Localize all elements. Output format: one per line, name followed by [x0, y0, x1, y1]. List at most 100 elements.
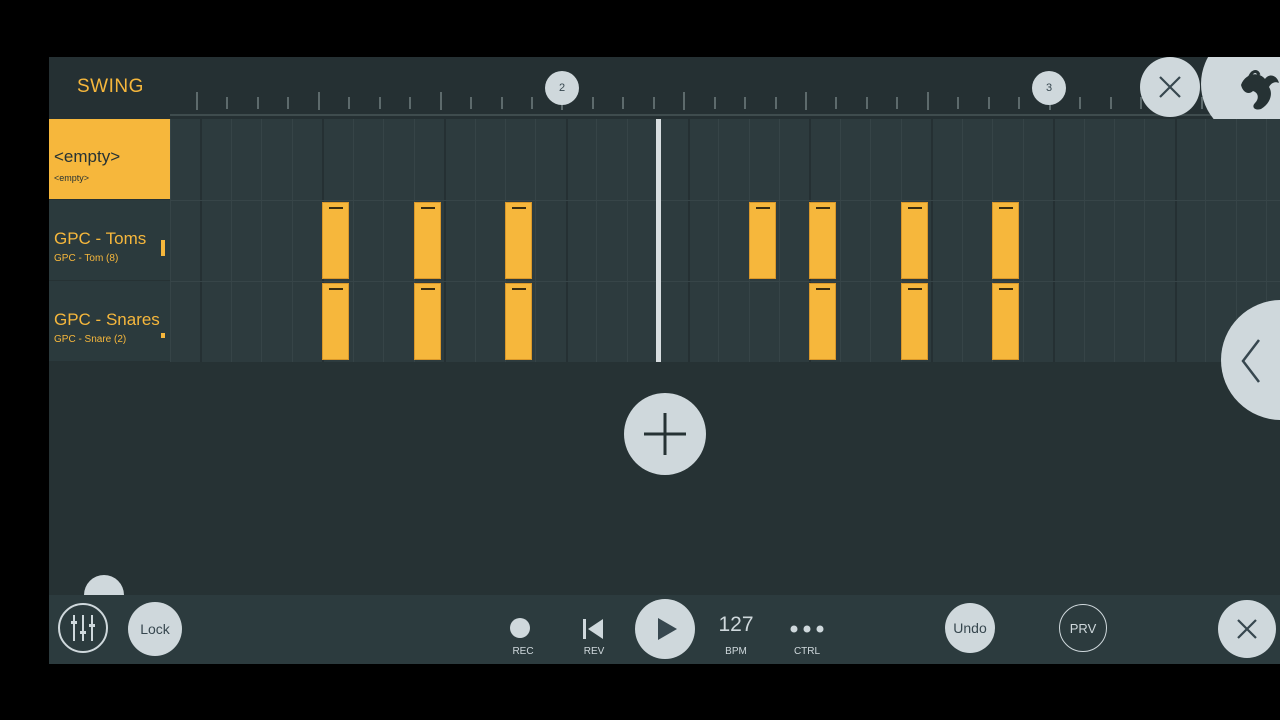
ruler-tick: [439, 92, 442, 110]
grid-column-line: [1144, 119, 1146, 362]
grid-column-line: [1174, 119, 1177, 362]
grid-column-line: [1205, 119, 1207, 362]
grid-column-line: [535, 119, 537, 362]
note-step[interactable]: [504, 283, 532, 360]
lock-button[interactable]: Lock: [128, 602, 182, 656]
grid-column-line: [718, 119, 720, 362]
ruler-tick: [1018, 97, 1021, 109]
grid-column-line: [565, 119, 568, 362]
record-button[interactable]: [510, 618, 530, 638]
grid-column-line: [444, 119, 447, 362]
ruler-tick: [500, 97, 503, 109]
grid-column-line: [291, 119, 293, 362]
grid-column-line: [474, 119, 476, 362]
note-step[interactable]: [809, 202, 837, 279]
ctrl-button[interactable]: [787, 617, 827, 641]
grid-column-line: [870, 119, 872, 362]
ruler-tick: [226, 97, 229, 109]
ruler-tick: [348, 97, 351, 109]
grid-row-line: [170, 200, 1280, 201]
mixer-icon: [71, 615, 95, 641]
play-icon: [658, 618, 677, 640]
grid-column-line: [839, 119, 841, 362]
note-step[interactable]: [322, 283, 350, 360]
transport-bar: Lock REC REV 127 BPM CTRL Undo PRV: [49, 595, 1280, 664]
more-icon: [790, 625, 824, 633]
channel-empty[interactable]: <empty> <empty>: [49, 119, 170, 199]
bpm-value[interactable]: 127: [711, 613, 761, 637]
note-step[interactable]: [413, 283, 441, 360]
add-channel-button[interactable]: [624, 393, 706, 475]
mixer-button[interactable]: [58, 603, 108, 653]
grid-column-line: [383, 119, 385, 362]
grid-column-line: [352, 119, 354, 362]
ruler-tick: [196, 92, 198, 110]
note-step[interactable]: [504, 202, 532, 279]
top-bar: SWING 2 3: [49, 57, 1280, 139]
playhead[interactable]: [656, 119, 661, 362]
close-button[interactable]: [1218, 600, 1276, 658]
ruler-tick: [683, 92, 686, 110]
grid-column-line: [1083, 119, 1085, 362]
note-step[interactable]: [900, 202, 928, 279]
ruler-tick: [926, 92, 929, 110]
note-step[interactable]: [809, 283, 837, 360]
channel-name: GPC - Toms: [54, 229, 147, 248]
note-step[interactable]: [992, 283, 1020, 360]
grid-column-line: [200, 119, 203, 362]
undo-button[interactable]: Undo: [945, 603, 995, 653]
ruler-tick: [530, 97, 533, 109]
ruler-baseline: [170, 114, 1280, 116]
note-step[interactable]: [992, 202, 1020, 279]
ruler-tick: [591, 97, 594, 109]
swing-label[interactable]: SWING: [77, 76, 144, 98]
grid-column-line: [687, 119, 690, 362]
grid-column-line: [931, 119, 934, 362]
channel-gpc-toms[interactable]: GPC - Toms GPC - Tom (8): [49, 200, 170, 280]
rewind-icon: [583, 619, 603, 639]
pattern-editor: SWING 2 3 <empty> <empty> GPC - Toms GPC…: [49, 57, 1280, 664]
play-button[interactable]: [635, 599, 695, 659]
rewind-button[interactable]: [579, 615, 607, 643]
note-step[interactable]: [748, 202, 776, 279]
level-indicator: [161, 240, 165, 256]
grid-column-line: [1022, 119, 1024, 362]
note-step[interactable]: [413, 202, 441, 279]
channel-sub: <empty>: [54, 173, 90, 183]
ruler-tick: [287, 97, 290, 109]
ruler-tick: [652, 97, 655, 109]
ruler-tick: [622, 97, 625, 109]
channel-name: GPC - Snares: [54, 310, 160, 329]
channel-sub: GPC - Snare (2): [54, 334, 127, 345]
ruler-tick: [317, 92, 320, 110]
channel-gpc-snares[interactable]: GPC - Snares GPC - Snare (2): [49, 281, 170, 361]
prv-button[interactable]: PRV: [1059, 604, 1107, 652]
bar-marker-2[interactable]: 2: [545, 71, 579, 105]
ruler-tick: [378, 97, 381, 109]
grid-column-line: [230, 119, 232, 362]
rec-label: REC: [512, 646, 534, 657]
ctrl-label: CTRL: [793, 646, 821, 657]
close-icon: [1237, 619, 1257, 639]
step-grid[interactable]: [170, 119, 1280, 362]
bpm-label: BPM: [725, 646, 747, 657]
channel-name: <empty>: [54, 147, 121, 166]
ruler-tick: [256, 97, 259, 109]
add-icon: [644, 413, 686, 455]
channel-sub: GPC - Tom (8): [54, 253, 119, 264]
ruler-tick: [1079, 97, 1082, 109]
ruler-tick: [865, 97, 868, 109]
timeline-ruler[interactable]: [170, 57, 1280, 119]
ruler-tick: [896, 97, 899, 109]
note-step[interactable]: [322, 202, 350, 279]
note-step[interactable]: [900, 283, 928, 360]
ruler-tick: [744, 97, 747, 109]
ruler-tick: [805, 92, 807, 110]
ruler-tick: [774, 97, 777, 109]
grid-column-line: [170, 119, 171, 362]
close-icon: [1159, 76, 1181, 98]
close-pattern-button[interactable]: [1140, 57, 1200, 117]
bar-marker-3[interactable]: 3: [1032, 71, 1066, 105]
grid-column-line: [261, 119, 263, 362]
grid-column-line: [1053, 119, 1056, 362]
